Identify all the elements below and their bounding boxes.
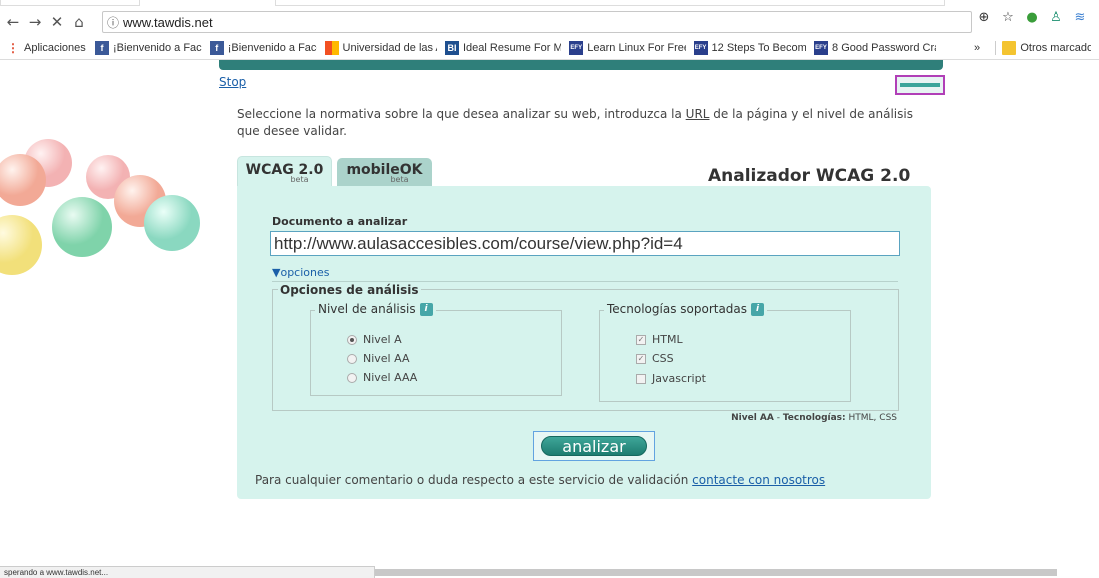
options-legend: Opciones de análisis: [278, 283, 421, 297]
navigation-bar: ← → ✕ ⌂ ⓘ www.tawdis.net ⊕ ☆ ● ♙ ≋: [0, 8, 1099, 36]
contact-link[interactable]: contacte con nosotros: [692, 473, 825, 487]
document-label: Documento a analizar: [272, 215, 408, 228]
bookmark-ideal-resume[interactable]: BI Ideal Resume For Mid: [444, 40, 561, 55]
options-summary: Nivel AA - Tecnologías: HTML, CSS: [731, 413, 897, 423]
radio-selected-icon[interactable]: [347, 334, 357, 345]
analizar-button[interactable]: analizar: [541, 436, 647, 456]
tab-strip: [0, 0, 1099, 8]
facebook-icon: f: [95, 40, 110, 55]
tecnologias-legend: Tecnologías soportadas i: [604, 302, 768, 316]
windows-icon: [324, 40, 339, 55]
divider: [272, 281, 898, 282]
checkmark-icon[interactable]: ✓: [636, 334, 646, 345]
bi-icon: BI: [444, 40, 459, 55]
address-bar[interactable]: ⓘ www.tawdis.net: [102, 11, 972, 33]
tab-edge: [275, 0, 945, 6]
tecnologias-fieldset: Tecnologías soportadas i ✓ HTML ✓ CSS Ja…: [599, 302, 851, 402]
nivel-legend: Nivel de análisis i: [315, 302, 436, 316]
bookmark-star-icon[interactable]: ☆: [999, 10, 1017, 25]
bookmark-12-steps[interactable]: EFY 12 Steps To Become A: [693, 40, 806, 55]
tab-mobileok[interactable]: mobileOK beta: [337, 158, 432, 186]
options-toggle[interactable]: ▼opciones: [272, 266, 329, 279]
nivel-a-radio[interactable]: Nivel A: [347, 333, 402, 346]
ball: [144, 195, 200, 251]
tab-wcag[interactable]: WCAG 2.0 beta: [237, 156, 332, 186]
forward-icon[interactable]: →: [24, 11, 46, 33]
info-icon[interactable]: i: [751, 302, 765, 316]
home-icon[interactable]: ⌂: [68, 11, 90, 33]
checkmark-icon[interactable]: ✓: [636, 353, 646, 364]
extension-wave-icon[interactable]: ≋: [1071, 10, 1089, 25]
bookmarks-bar: ⋮ Aplicaciones f ¡Bienvenido a Facebo f …: [0, 36, 1099, 60]
css-checkbox[interactable]: ✓ CSS: [636, 352, 674, 365]
efy-icon: EFY: [569, 40, 584, 55]
analizar-button-focus: analizar: [533, 431, 655, 461]
extension-ring-icon[interactable]: ●: [1023, 10, 1041, 25]
bookmark-apps[interactable]: ⋮ Aplicaciones: [6, 41, 87, 55]
info-icon[interactable]: ⓘ: [103, 14, 123, 31]
stop-link[interactable]: Stop: [219, 75, 246, 89]
bookmark-learn-linux[interactable]: EFY Learn Linux For Free F: [569, 40, 686, 55]
folder-icon: [1002, 40, 1017, 55]
nivel-aaa-radio[interactable]: Nivel AAA: [347, 371, 417, 384]
javascript-checkbox[interactable]: Javascript: [636, 372, 706, 385]
radio-icon[interactable]: [347, 353, 357, 364]
url-abbr: URL: [685, 107, 710, 121]
site-header-band: [219, 60, 943, 70]
radio-icon[interactable]: [347, 372, 357, 383]
efy-icon: EFY: [814, 40, 829, 55]
ball: [0, 215, 42, 275]
other-bookmarks[interactable]: Otros marcadores: [995, 40, 1091, 55]
contact-text: Para cualquier comentario o duda respect…: [255, 473, 826, 487]
intro-text: Seleccione la normativa sobre la que des…: [237, 107, 913, 138]
zoom-icon[interactable]: ⊕: [975, 10, 993, 25]
logo-thumbnail[interactable]: [895, 75, 945, 95]
bookmark-universidad[interactable]: Universidad de las Ar: [324, 40, 437, 55]
info-icon[interactable]: i: [419, 302, 433, 316]
bookmark-facebook-2[interactable]: f ¡Bienvenido a Facebo: [209, 40, 317, 55]
efy-icon: EFY: [693, 40, 708, 55]
tab-edge: [0, 0, 140, 6]
apps-icon: ⋮: [7, 40, 19, 55]
checkbox-icon[interactable]: [636, 373, 646, 384]
back-icon[interactable]: ←: [2, 11, 24, 33]
facebook-icon: f: [209, 40, 224, 55]
ball: [52, 197, 112, 257]
nivel-aa-radio[interactable]: Nivel AA: [347, 352, 409, 365]
bookmarks-overflow-button[interactable]: »: [974, 42, 987, 54]
url-input[interactable]: [270, 231, 900, 256]
stop-icon[interactable]: ✕: [46, 11, 68, 33]
html-checkbox[interactable]: ✓ HTML: [636, 333, 683, 346]
nivel-fieldset: Nivel de análisis i Nivel A Nivel AA Niv…: [310, 302, 562, 396]
browser-actions: ⊕ ☆ ● ♙ ≋: [975, 10, 1089, 25]
horizontal-scrollbar[interactable]: [375, 569, 1057, 576]
extension-user-icon[interactable]: ♙: [1047, 10, 1065, 25]
bookmark-password[interactable]: EFY 8 Good Password Cra: [814, 40, 936, 55]
bookmark-facebook-1[interactable]: f ¡Bienvenido a Facebo: [95, 40, 202, 55]
status-bar: sperando a www.tawdis.net...: [0, 566, 375, 578]
decorative-balls-image: [0, 139, 200, 275]
address-text: www.tawdis.net: [123, 14, 213, 30]
analyzer-title: Analizador WCAG 2.0: [708, 166, 911, 186]
